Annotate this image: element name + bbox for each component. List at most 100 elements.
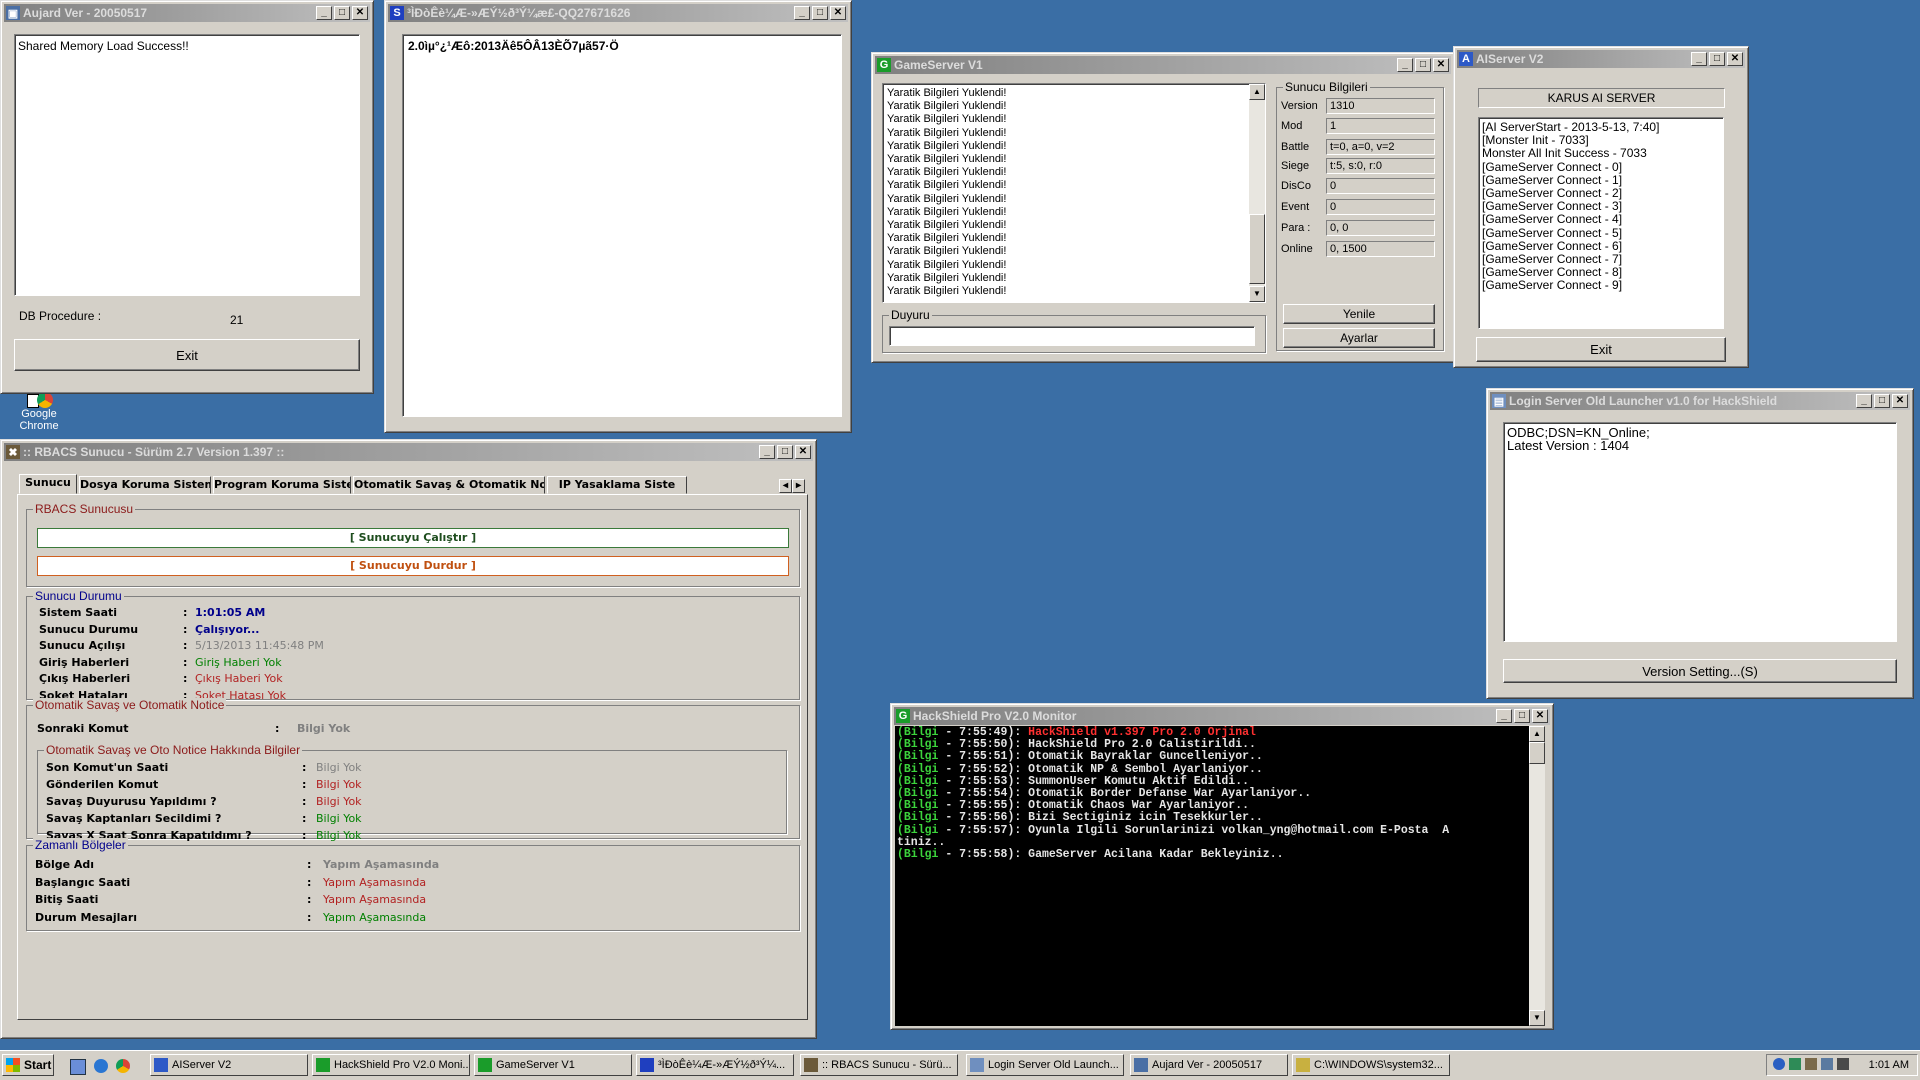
tab-scroll-left-icon[interactable]: ◂ xyxy=(779,479,792,493)
info-text: 2.0ìµ°¿¹Æô:2013Äê5ÔÂ13ÈÕ7µã57·Ö xyxy=(408,39,619,53)
scroll-up-icon[interactable]: ▲ xyxy=(1249,84,1265,100)
console-time: 7:55:51 xyxy=(959,750,1008,764)
console-line: (Bilgi - 7:55:58): GameServer Acilana Ka… xyxy=(897,848,1449,861)
minimize-button[interactable]: _ xyxy=(316,6,332,20)
tab-scroll-right-icon[interactable]: ▸ xyxy=(792,479,805,493)
field-value[interactable]: 0, 1500 xyxy=(1326,241,1435,257)
scroll-down-icon[interactable]: ▼ xyxy=(1249,286,1265,302)
info-text-area[interactable]: 2.0ìµ°¿¹Æô:2013Äê5ÔÂ13ÈÕ7µã57·Ö xyxy=(402,34,842,417)
minimize-button[interactable]: _ xyxy=(1496,709,1512,723)
tab-2[interactable]: Program Koruma Sistemi xyxy=(213,476,351,494)
duyuru-input[interactable] xyxy=(889,326,1255,346)
desktop-icon-google-chrome[interactable]: Google Chrome xyxy=(14,392,64,432)
exit-button[interactable]: Exit xyxy=(14,339,360,371)
close-button[interactable]: ✕ xyxy=(352,6,368,20)
close-button[interactable]: ✕ xyxy=(1892,394,1908,408)
rbacs-titlebar[interactable]: ✖ :: RBACS Sunucu - Sürüm 2.7 Version 1.… xyxy=(4,443,813,461)
field-value[interactable]: t:5, s:0, r:0 xyxy=(1326,158,1435,174)
close-button[interactable]: ✕ xyxy=(795,445,811,459)
db-procedure-value: 21 xyxy=(230,313,244,327)
minimize-button[interactable]: _ xyxy=(1856,394,1872,408)
aujard-log[interactable]: Shared Memory Load Success!! xyxy=(14,34,360,296)
ayarlar-button[interactable]: Ayarlar xyxy=(1283,328,1435,348)
clock[interactable]: 1:01 AM xyxy=(1869,1059,1909,1071)
info-titlebar[interactable]: S ³ÌÐòÊè¼Æ-»ÆÝ½ð³Ý¼æ£-QQ27671626 _ □ ✕ xyxy=(388,4,848,22)
close-button[interactable]: ✕ xyxy=(830,6,846,20)
gameserver-log[interactable]: Yaratik Bilgileri Yuklendi! Yaratik Bilgi… xyxy=(882,83,1266,303)
login-titlebar[interactable]: ▤ Login Server Old Launcher v1.0 for Hac… xyxy=(1490,392,1910,410)
window-title: GameServer V1 xyxy=(894,58,983,72)
taskbar-item-3[interactable]: ³ÌÐòÊè¼Æ-»ÆÝ½ð³Ý¼... xyxy=(636,1054,794,1076)
scroll-thumb[interactable] xyxy=(1529,742,1545,764)
shield-tray-icon[interactable] xyxy=(1789,1058,1801,1070)
field-label: Battle xyxy=(1281,141,1310,153)
start-button[interactable]: Start xyxy=(2,1054,54,1076)
taskbar-item-label: HackShield Pro V2.0 Moni... xyxy=(334,1059,470,1071)
gameserver-titlebar[interactable]: G GameServer V1 _ □ ✕ xyxy=(875,56,1451,74)
network-tray-icon[interactable] xyxy=(1821,1058,1833,1070)
ie-icon[interactable] xyxy=(94,1059,108,1073)
show-desktop-icon[interactable] xyxy=(70,1059,86,1075)
taskbar-item-0[interactable]: AIServer V2 xyxy=(150,1054,308,1076)
field-value[interactable]: 1 xyxy=(1326,118,1435,134)
maximize-button[interactable]: □ xyxy=(1415,58,1431,72)
ai-log[interactable]: [AI ServerStart - 2013-5-13, 7:40] [Monst… xyxy=(1478,117,1724,329)
start-server-button[interactable]: [ Sunucuyu Çalıştır ] xyxy=(37,528,789,548)
console-area[interactable]: (Bilgi - 7:55:49): HackShield v1.397 Pro… xyxy=(895,726,1545,1026)
scroll-down-icon[interactable]: ▼ xyxy=(1529,1010,1545,1026)
tab-1[interactable]: Dosya Koruma Sistemi xyxy=(79,476,211,494)
aiserver-titlebar[interactable]: A AIServer V2 _ □ ✕ xyxy=(1457,50,1745,68)
taskbar-item-4[interactable]: :: RBACS Sunucu - Sürü... xyxy=(800,1054,958,1076)
minimize-button[interactable]: _ xyxy=(759,445,775,459)
field-value[interactable]: 0, 0 xyxy=(1326,220,1435,236)
taskbar-item-6[interactable]: Aujard Ver - 20050517 xyxy=(1130,1054,1288,1076)
maximize-button[interactable]: □ xyxy=(1709,52,1725,66)
auto-info-value: Bilgi Yok xyxy=(316,761,362,774)
field-value[interactable]: 0 xyxy=(1326,199,1435,215)
stop-server-button[interactable]: [ Sunucuyu Durdur ] xyxy=(37,556,789,576)
tool-tray-icon[interactable] xyxy=(1805,1058,1817,1070)
taskbar-item-2[interactable]: GameServer V1 xyxy=(474,1054,632,1076)
maximize-button[interactable]: □ xyxy=(1874,394,1890,408)
exit-button[interactable]: Exit xyxy=(1476,337,1726,362)
version-setting-button[interactable]: Version Setting...(S) xyxy=(1503,659,1897,683)
close-button[interactable]: ✕ xyxy=(1727,52,1743,66)
tab-0[interactable]: Sunucu xyxy=(19,474,77,494)
console-message: SummonUser Komutu Aktif Edildi.. xyxy=(1028,774,1250,788)
window-title: ³ÌÐòÊè¼Æ-»ÆÝ½ð³Ý¼æ£-QQ27671626 xyxy=(407,6,631,20)
maximize-button[interactable]: □ xyxy=(812,6,828,20)
maximize-button[interactable]: □ xyxy=(777,445,793,459)
taskbar-item-7[interactable]: C:\WINDOWS\system32... xyxy=(1292,1054,1450,1076)
taskbar-app-icon xyxy=(1296,1058,1310,1072)
aujard-titlebar[interactable]: ▣ Aujard Ver - 20050517 _ □ ✕ xyxy=(4,4,370,22)
field-value[interactable]: 1310 xyxy=(1326,98,1435,114)
console-scrollbar[interactable]: ▲ ▼ xyxy=(1529,726,1545,1026)
taskbar-item-1[interactable]: HackShield Pro V2.0 Moni... xyxy=(312,1054,470,1076)
field-value[interactable]: t=0, a=0, v=2 xyxy=(1326,139,1435,155)
close-button[interactable]: ✕ xyxy=(1433,58,1449,72)
hackshield-window: G HackShield Pro V2.0 Monitor _ □ ✕ (Bilgi… xyxy=(890,703,1554,1030)
tab-4[interactable]: IP Yasaklama Siste xyxy=(547,476,687,494)
login-log[interactable]: ODBC;DSN=KN_Online; Latest Version : 1404 xyxy=(1503,422,1897,642)
maximize-button[interactable]: □ xyxy=(334,6,350,20)
taskbar-item-5[interactable]: Login Server Old Launch... xyxy=(966,1054,1124,1076)
yenile-button[interactable]: Yenile xyxy=(1283,304,1435,324)
close-button[interactable]: ✕ xyxy=(1532,709,1548,723)
console-time: 7:55:52 xyxy=(959,762,1008,776)
tab-3[interactable]: Otomatik Savaş & Otomatik Notice xyxy=(353,476,545,494)
hackshield-titlebar[interactable]: G HackShield Pro V2.0 Monitor _ □ ✕ xyxy=(894,707,1550,725)
minimize-button[interactable]: _ xyxy=(794,6,810,20)
log-scrollbar[interactable]: ▲ ▼ xyxy=(1249,84,1265,302)
field-value[interactable]: 0 xyxy=(1326,178,1435,194)
maximize-button[interactable]: □ xyxy=(1514,709,1530,723)
minimize-button[interactable]: _ xyxy=(1691,52,1707,66)
login-window: ▤ Login Server Old Launcher v1.0 for Hac… xyxy=(1486,388,1914,699)
minimize-button[interactable]: _ xyxy=(1397,58,1413,72)
zone-value: Yapım Aşamasında xyxy=(323,875,427,889)
scroll-thumb[interactable] xyxy=(1249,214,1265,284)
chrome-quicklaunch-icon[interactable] xyxy=(116,1059,130,1073)
log-line: Yaratik Bilgileri Yuklendi! xyxy=(887,113,1007,126)
monitor-tray-icon[interactable] xyxy=(1837,1058,1849,1070)
scroll-up-icon[interactable]: ▲ xyxy=(1529,726,1545,742)
help-tray-icon[interactable] xyxy=(1773,1058,1785,1070)
